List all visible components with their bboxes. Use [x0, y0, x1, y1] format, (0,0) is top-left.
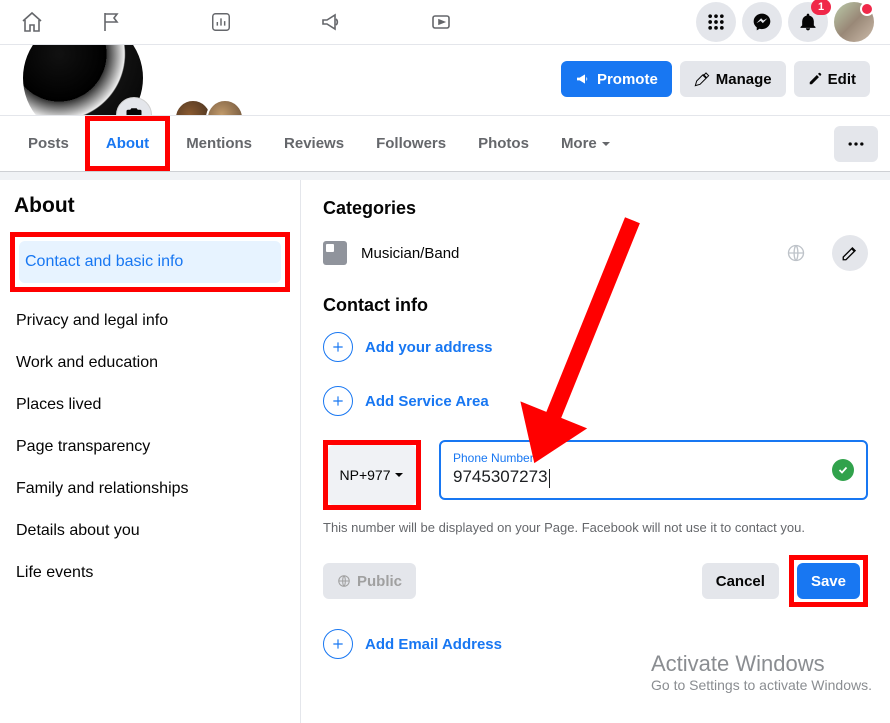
- sidebar-heading: About: [14, 194, 290, 218]
- chevron-down-icon: [601, 139, 611, 149]
- plus-icon: [323, 332, 353, 362]
- save-button[interactable]: Save: [797, 563, 860, 599]
- flag-icon[interactable]: [56, 0, 166, 44]
- public-label: Public: [357, 573, 402, 590]
- avatar[interactable]: [834, 2, 874, 42]
- category-icon: [323, 241, 347, 265]
- profile-header: Promote Manage Edit: [0, 45, 890, 115]
- add-address-label: Add your address: [365, 339, 493, 356]
- publish-row: Public Cancel Save: [323, 555, 868, 607]
- sidebar-item-places[interactable]: Places lived: [10, 384, 290, 426]
- phone-hint: This number will be displayed on your Pa…: [323, 520, 868, 535]
- tab-about[interactable]: About: [90, 121, 165, 166]
- profile-actions: Promote Manage Edit: [561, 61, 870, 97]
- tab-reviews[interactable]: Reviews: [268, 121, 360, 166]
- phone-input-label: Phone Number: [453, 452, 550, 464]
- manage-button[interactable]: Manage: [680, 61, 786, 97]
- tab-mentions[interactable]: Mentions: [170, 121, 268, 166]
- globe-icon: [786, 243, 806, 263]
- pencil-icon: [841, 244, 859, 262]
- sidebar-item-privacy[interactable]: Privacy and legal info: [10, 300, 290, 342]
- tools-icon: [694, 71, 710, 87]
- tab-followers[interactable]: Followers: [360, 121, 462, 166]
- category-row: Musician/Band: [323, 235, 868, 271]
- promote-label: Promote: [597, 71, 658, 88]
- about-sidebar: About Contact and basic info Privacy and…: [0, 180, 301, 723]
- ellipsis-icon: [846, 134, 866, 154]
- video-icon[interactable]: [386, 0, 496, 44]
- promote-button[interactable]: Promote: [561, 61, 672, 97]
- sidebar-item-life-events[interactable]: Life events: [10, 552, 290, 594]
- pencil-icon: [808, 72, 822, 86]
- valid-check-icon: [832, 459, 854, 481]
- sidebar-item-contact[interactable]: Contact and basic info: [19, 241, 281, 283]
- country-code-select[interactable]: NP+977: [328, 445, 416, 505]
- add-service-area-label: Add Service Area: [365, 393, 489, 410]
- contact-heading: Contact info: [323, 295, 868, 316]
- add-email-link[interactable]: Add Email Address: [323, 629, 868, 659]
- categories-heading: Categories: [323, 198, 868, 219]
- about-main: Categories Musician/Band Contact info Ad…: [301, 180, 890, 723]
- edit-category-button[interactable]: [832, 235, 868, 271]
- edit-label: Edit: [828, 71, 856, 88]
- notifications-badge: 1: [811, 0, 831, 15]
- country-code-value: NP+977: [340, 467, 391, 483]
- audience-public-button[interactable]: Public: [323, 563, 416, 599]
- tab-more[interactable]: More: [545, 121, 627, 166]
- add-address-link[interactable]: Add your address: [323, 332, 868, 362]
- megaphone-icon: [575, 71, 591, 87]
- edit-button[interactable]: Edit: [794, 61, 870, 97]
- add-service-area-link[interactable]: Add Service Area: [323, 386, 868, 416]
- insights-icon[interactable]: [166, 0, 276, 44]
- about-content: About Contact and basic info Privacy and…: [0, 180, 890, 723]
- tab-posts[interactable]: Posts: [12, 121, 85, 166]
- tab-photos[interactable]: Photos: [462, 121, 545, 166]
- add-email-label: Add Email Address: [365, 636, 502, 653]
- top-nav-right: 1: [696, 2, 882, 42]
- phone-input[interactable]: Phone Number 9745307273: [439, 440, 868, 500]
- sidebar-item-family[interactable]: Family and relationships: [10, 468, 290, 510]
- plus-icon: [323, 386, 353, 416]
- category-value: Musician/Band: [361, 245, 772, 262]
- grid-apps-icon[interactable]: [696, 2, 736, 42]
- sidebar-item-transparency[interactable]: Page transparency: [10, 426, 290, 468]
- manage-label: Manage: [716, 71, 772, 88]
- top-nav: 1: [0, 0, 890, 45]
- megaphone-icon[interactable]: [276, 0, 386, 44]
- sidebar-item-details[interactable]: Details about you: [10, 510, 290, 552]
- more-options-button[interactable]: [834, 126, 878, 162]
- phone-input-value: 9745307273: [453, 468, 550, 487]
- sidebar-item-work[interactable]: Work and education: [10, 342, 290, 384]
- page-tabs: Posts About Mentions Reviews Followers P…: [0, 115, 890, 172]
- top-nav-left: [8, 0, 496, 44]
- status-dot: [860, 2, 874, 16]
- messenger-icon[interactable]: [742, 2, 782, 42]
- globe-icon: [337, 574, 351, 588]
- notifications-icon[interactable]: 1: [788, 2, 828, 42]
- cancel-button[interactable]: Cancel: [702, 563, 779, 599]
- home-icon[interactable]: [8, 0, 56, 44]
- plus-icon: [323, 629, 353, 659]
- phone-input-row: NP+977 Phone Number 9745307273: [323, 440, 868, 510]
- chevron-down-icon: [394, 470, 404, 480]
